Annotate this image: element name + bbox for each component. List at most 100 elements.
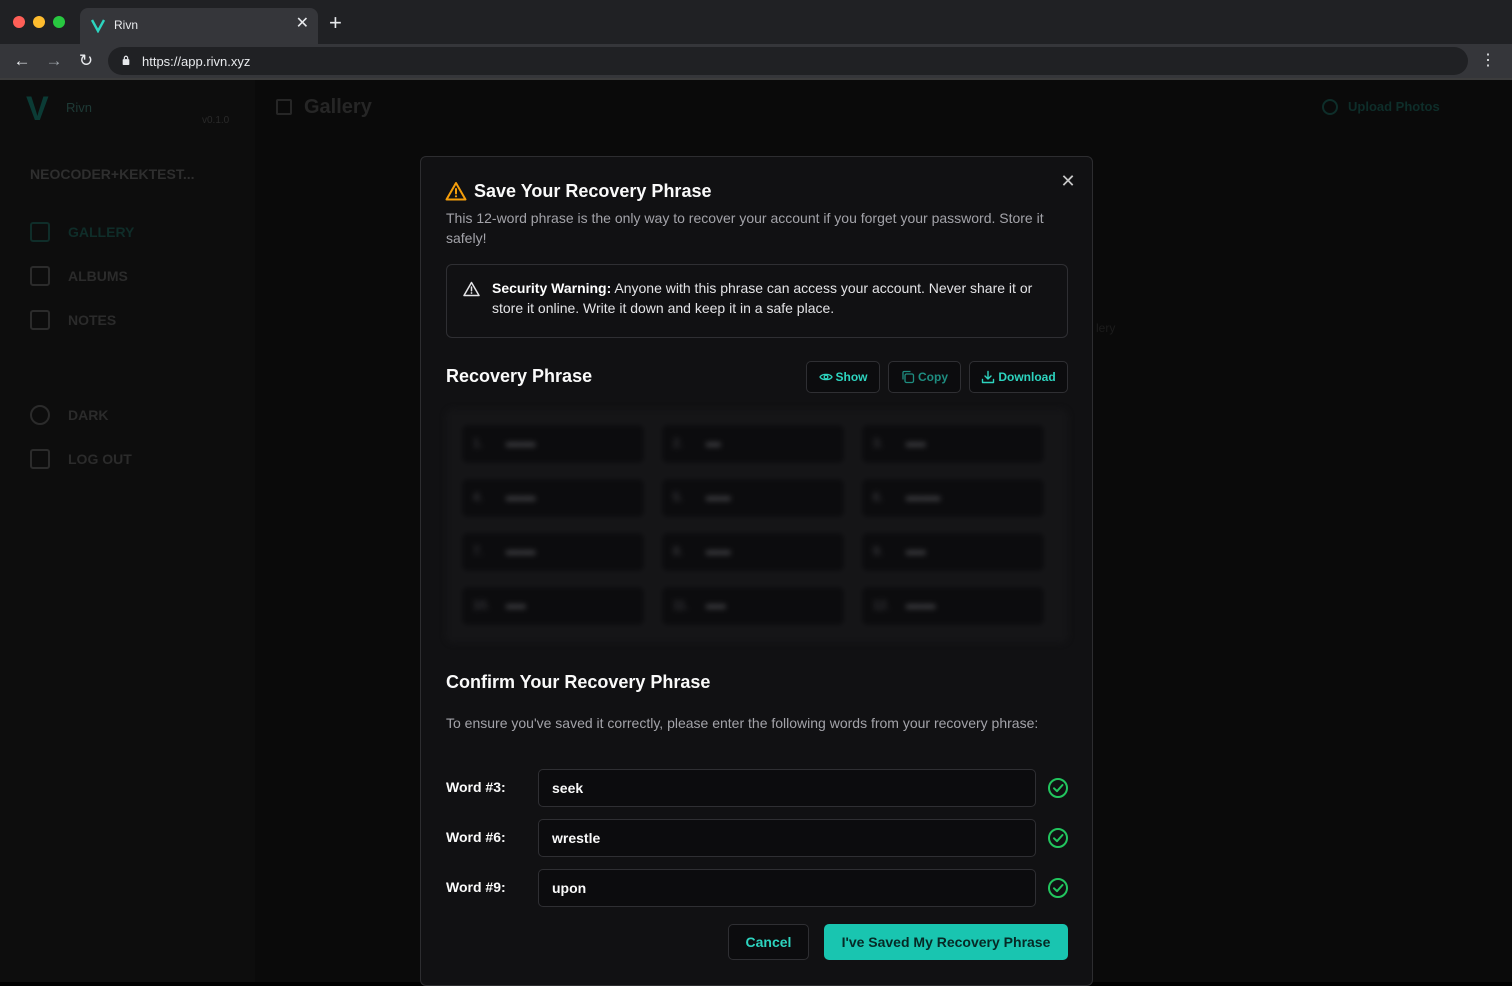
check-circle-icon [1048,778,1068,798]
confirm-row-word-3: Word #3: seek [446,769,1076,807]
more-menu-icon[interactable]: ⋮ [1480,52,1496,70]
phrase-word-text: ••••• [706,490,731,506]
version-label: v0.1.0 [202,115,230,126]
phrase-word-cell: 10. •••• [460,585,646,627]
phrase-word-number: 4. [473,490,484,504]
phrase-word-number: 11. [673,598,689,612]
back-icon[interactable]: ← [12,51,32,71]
upload-photos-button[interactable]: Upload Photos [1348,99,1440,114]
address-bar[interactable]: https://app.rivn.xyz [108,47,1468,75]
sidebar-item-dark[interactable]: DARK [30,405,230,429]
check-circle-icon [1048,878,1068,898]
word-9-input[interactable]: upon [538,869,1036,907]
page-title: Gallery [304,96,372,118]
sidebar-item-notes[interactable]: NOTES [30,310,230,334]
confirm-description: To ensure you've saved it correctly, ple… [446,715,1039,731]
sidebar-item-gallery[interactable]: GALLERY [30,222,230,246]
download-icon [982,370,995,384]
phrase-word-text: ••••• [706,544,731,560]
eye-icon [818,373,833,381]
rivn-favicon-icon [90,19,106,33]
phrase-word-text: •••• [906,436,926,452]
phrase-word-cell: 4. •••••• [460,477,646,519]
confirm-saved-button[interactable]: I've Saved My Recovery Phrase [824,924,1068,960]
phrase-word-number: 6. [873,490,884,504]
sidebar: V Rivn v0.1.0 NEOCODER+KEKTEST... GALLER… [0,80,255,982]
phrase-word-cell: 12. •••••• [860,585,1046,627]
confirm-row-word-9: Word #9: upon [446,869,1076,907]
word-6-label: Word #6: [446,829,506,845]
background-text: lery [1096,321,1116,335]
phrase-word-cell: 1. •••••• [460,423,646,465]
phrase-word-text: •••••• [506,436,536,452]
minimize-window-button[interactable] [33,16,45,28]
phrase-word-number: 2. [673,436,684,450]
word-3-input[interactable]: seek [538,769,1036,807]
warning-triangle-icon [445,182,467,201]
phrase-word-text: ••••••• [906,490,941,506]
plus-icon[interactable]: + [329,12,342,34]
download-label: Download [998,370,1056,384]
browser-toolbar: ← → ↻ https://app.rivn.xyz ⋮ [0,44,1512,78]
moon-icon [30,405,50,425]
phrase-word-text: ••• [706,436,721,452]
sidebar-item-albums[interactable]: ALBUMS [30,266,230,290]
browser-tab[interactable]: Rivn ✕ [80,8,318,44]
forward-icon[interactable]: → [44,51,64,71]
sidebar-item-label: LOG OUT [68,451,132,467]
phrase-word-cell: 9. •••• [860,531,1046,573]
sidebar-item-label: ALBUMS [68,268,128,284]
logo: V [26,90,49,128]
check-circle-icon [1048,828,1068,848]
folder-icon [30,266,50,286]
url-text: https://app.rivn.xyz [142,54,251,69]
sidebar-item-logout[interactable]: LOG OUT [30,449,230,473]
show-button[interactable]: Show [806,361,880,393]
copy-icon [902,370,915,384]
alert-triangle-icon [463,281,480,297]
recovery-phrase-modal: ✕ Save Your Recovery Phrase This 12-word… [420,156,1093,986]
confirm-row-word-6: Word #6: wrestle [446,819,1076,857]
phrase-word-number: 9. [873,544,884,558]
gallery-icon [276,99,292,115]
lock-icon [122,55,130,65]
tab-title: Rivn [114,18,139,32]
phrase-word-text: •••••• [506,544,536,560]
close-icon[interactable]: ✕ [1058,171,1078,191]
modal-description: This 12-word phrase is the only way to r… [446,210,1044,246]
phrase-word-cell: 3. •••• [860,423,1046,465]
phrase-word-text: •••• [506,598,526,614]
warning-text: Security Warning: Anyone with this phras… [492,278,1057,318]
brand-name: Rivn [66,100,93,115]
warning-bold: Security Warning: [492,280,612,296]
security-warning: Security Warning: Anyone with this phras… [446,264,1068,338]
upload-icon [1322,99,1338,115]
tab-close-icon[interactable]: ✕ [296,15,309,33]
sidebar-item-label: DARK [68,407,109,423]
copy-button[interactable]: Copy [888,361,961,393]
close-window-button[interactable] [13,16,25,28]
phrase-word-number: 1. [473,436,484,450]
file-icon [30,310,50,330]
maximize-window-button[interactable] [53,16,65,28]
user-label[interactable]: NEOCODER+KEKTEST... [30,166,240,182]
browser-chrome: Rivn ✕ + ← → ↻ https://app.rivn.xyz ⋮ [0,0,1512,80]
recovery-phrase-grid: 1. •••••• 2. ••• 3. •••• 4. •••••• 5. ••••• 6. ••••… [446,409,1068,643]
phrase-word-number: 7. [473,544,484,558]
phrase-word-cell: 5. ••••• [660,477,846,519]
phrase-word-cell: 7. •••••• [460,531,646,573]
sidebar-item-label: NOTES [68,312,117,328]
word-3-label: Word #3: [446,779,506,795]
reload-icon[interactable]: ↻ [76,51,96,71]
phrase-word-number: 3. [873,436,884,450]
confirm-heading: Confirm Your Recovery Phrase [446,672,711,692]
tab-bar: Rivn ✕ + [0,0,1512,44]
recovery-phrase-heading: Recovery Phrase [446,366,593,386]
cancel-button[interactable]: Cancel [728,924,809,960]
download-button[interactable]: Download [969,361,1068,393]
phrase-word-text: •••••• [906,598,936,614]
phrase-word-number: 12. [873,598,890,612]
image-icon [30,222,50,242]
word-9-label: Word #9: [446,879,506,895]
word-6-input[interactable]: wrestle [538,819,1036,857]
